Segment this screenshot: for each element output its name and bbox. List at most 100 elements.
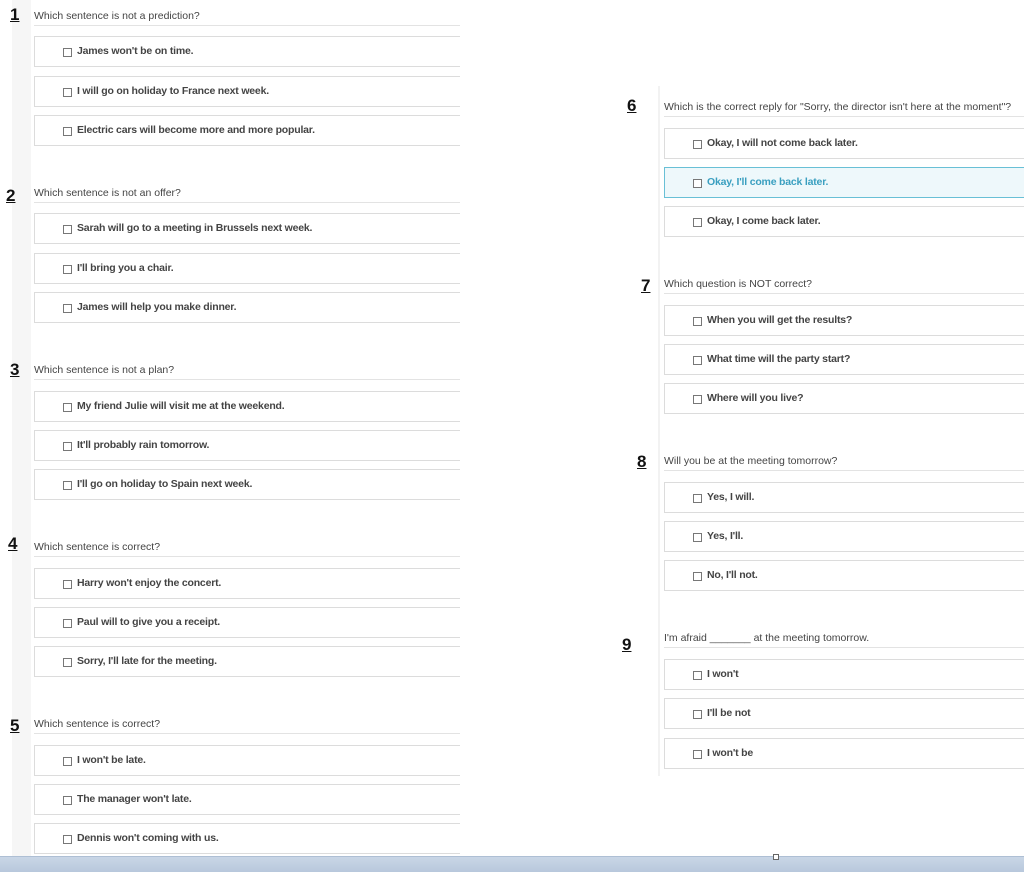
answer-option[interactable]: Harry won't enjoy the concert. <box>34 568 460 599</box>
answer-option[interactable]: I won't be late. <box>34 745 460 776</box>
question-text: Which is the correct reply for "Sorry, t… <box>664 101 1024 117</box>
answer-label: I won't <box>707 668 739 680</box>
answer-label: Where will you live? <box>707 392 804 404</box>
answer-label: I will go on holiday to France next week… <box>77 85 269 97</box>
right-column: 6 Which is the correct reply for "Sorry,… <box>620 0 1024 856</box>
answer-label: When you will get the results? <box>707 314 853 326</box>
answer-label: No, I'll not. <box>707 569 758 581</box>
checkbox-icon[interactable] <box>63 127 72 136</box>
checkbox-icon[interactable] <box>693 356 702 365</box>
answer-label: Okay, I'll come back later. <box>707 176 829 188</box>
question-number: 1 <box>10 5 20 24</box>
checkbox-icon[interactable] <box>693 395 702 404</box>
answer-label: I'll bring you a chair. <box>77 262 174 274</box>
question-text: Which sentence is not a plan? <box>34 364 460 380</box>
answer-label: It'll probably rain tomorrow. <box>77 439 210 451</box>
checkbox-icon[interactable] <box>63 757 72 766</box>
answer-option[interactable]: Yes, I will. <box>664 482 1024 513</box>
answer-label: Dennis won't coming with us. <box>77 832 219 844</box>
checkbox-icon[interactable] <box>63 225 72 234</box>
checkbox-icon[interactable] <box>63 580 72 589</box>
checkbox-icon[interactable] <box>63 658 72 667</box>
checkbox-icon[interactable] <box>693 179 702 188</box>
taskbar <box>0 856 1024 872</box>
question-number: 7 <box>641 276 651 295</box>
answer-option[interactable]: I'll go on holiday to Spain next week. <box>34 469 460 500</box>
answer-option[interactable]: Yes, I'll. <box>664 521 1024 552</box>
checkbox-icon[interactable] <box>693 533 702 542</box>
question-number: 9 <box>622 635 632 654</box>
answer-label: My friend Julie will visit me at the wee… <box>77 400 285 412</box>
checkbox-icon[interactable] <box>63 88 72 97</box>
answer-option[interactable]: Sarah will go to a meeting in Brussels n… <box>34 213 460 244</box>
checkbox-icon[interactable] <box>63 265 72 274</box>
question-number: 3 <box>10 360 20 379</box>
answer-label: What time will the party start? <box>707 353 851 365</box>
question-text: Which question is NOT correct? <box>664 278 1024 294</box>
answer-option[interactable]: It'll probably rain tomorrow. <box>34 430 460 461</box>
right-rail <box>658 86 660 776</box>
answer-option[interactable]: Okay, I come back later. <box>664 206 1024 237</box>
checkbox-icon[interactable] <box>693 218 702 227</box>
answer-option-selected[interactable]: Okay, I'll come back later. <box>664 167 1024 198</box>
question-text: Will you be at the meeting tomorrow? <box>664 455 1024 471</box>
answer-label: Paul will to give you a receipt. <box>77 616 220 628</box>
answer-option[interactable]: When you will get the results? <box>664 305 1024 336</box>
answer-option[interactable]: Electric cars will become more and more … <box>34 115 460 146</box>
answer-label: Okay, I will not come back later. <box>707 137 858 149</box>
answer-option[interactable]: My friend Julie will visit me at the wee… <box>34 391 460 422</box>
question-number: 8 <box>637 452 647 471</box>
answer-option[interactable]: No, I'll not. <box>664 560 1024 591</box>
answer-option[interactable]: I won't be <box>664 738 1024 769</box>
checkbox-icon[interactable] <box>63 403 72 412</box>
answer-label: Okay, I come back later. <box>707 215 821 227</box>
answer-label: James will help you make dinner. <box>77 301 237 313</box>
answer-option[interactable]: The manager won't late. <box>34 784 460 815</box>
checkbox-icon[interactable] <box>63 442 72 451</box>
checkbox-icon[interactable] <box>63 48 72 57</box>
question-text: Which sentence is not an offer? <box>34 187 460 203</box>
answer-label: I'll be not <box>707 707 751 719</box>
answer-option[interactable]: I'll be not <box>664 698 1024 729</box>
checkbox-icon[interactable] <box>693 140 702 149</box>
question-text: I'm afraid _______ at the meeting tomorr… <box>664 632 1024 648</box>
checkbox-icon[interactable] <box>693 317 702 326</box>
answer-option[interactable]: I will go on holiday to France next week… <box>34 76 460 107</box>
question-text: Which sentence is not a prediction? <box>34 10 460 26</box>
checkbox-icon[interactable] <box>63 835 72 844</box>
answer-option[interactable]: Where will you live? <box>664 383 1024 414</box>
answer-option[interactable]: James will help you make dinner. <box>34 292 460 323</box>
checkbox-icon[interactable] <box>693 710 702 719</box>
answer-option[interactable]: I'll bring you a chair. <box>34 253 460 284</box>
checkbox-icon[interactable] <box>693 671 702 680</box>
checkbox-icon[interactable] <box>63 304 72 313</box>
answer-option[interactable]: Okay, I will not come back later. <box>664 128 1024 159</box>
answer-option[interactable]: Dennis won't coming with us. <box>34 823 460 854</box>
answer-label: I won't be late. <box>77 754 146 766</box>
answer-label: Sorry, I'll late for the meeting. <box>77 655 217 667</box>
checkbox-icon[interactable] <box>63 619 72 628</box>
answer-label: Yes, I will. <box>707 491 755 503</box>
answer-label: James won't be on time. <box>77 45 194 57</box>
checkbox-icon[interactable] <box>63 481 72 490</box>
question-text: Which sentence is correct? <box>34 541 460 557</box>
question-text: Which sentence is correct? <box>34 718 460 734</box>
answer-option[interactable]: Paul will to give you a receipt. <box>34 607 460 638</box>
answer-label: Electric cars will become more and more … <box>77 124 315 136</box>
answer-label: The manager won't late. <box>77 793 192 805</box>
checkbox-icon[interactable] <box>693 572 702 581</box>
question-number: 4 <box>8 534 18 553</box>
answer-option[interactable]: What time will the party start? <box>664 344 1024 375</box>
answer-label: Sarah will go to a meeting in Brussels n… <box>77 222 313 234</box>
checkbox-icon[interactable] <box>693 494 702 503</box>
question-number: 5 <box>10 716 20 735</box>
answer-label: Yes, I'll. <box>707 530 744 542</box>
resize-handle[interactable] <box>773 854 779 860</box>
question-number: 2 <box>6 186 16 205</box>
checkbox-icon[interactable] <box>63 796 72 805</box>
checkbox-icon[interactable] <box>693 750 702 759</box>
answer-option[interactable]: Sorry, I'll late for the meeting. <box>34 646 460 677</box>
answer-option[interactable]: James won't be on time. <box>34 36 460 67</box>
answer-label: Harry won't enjoy the concert. <box>77 577 222 589</box>
answer-option[interactable]: I won't <box>664 659 1024 690</box>
